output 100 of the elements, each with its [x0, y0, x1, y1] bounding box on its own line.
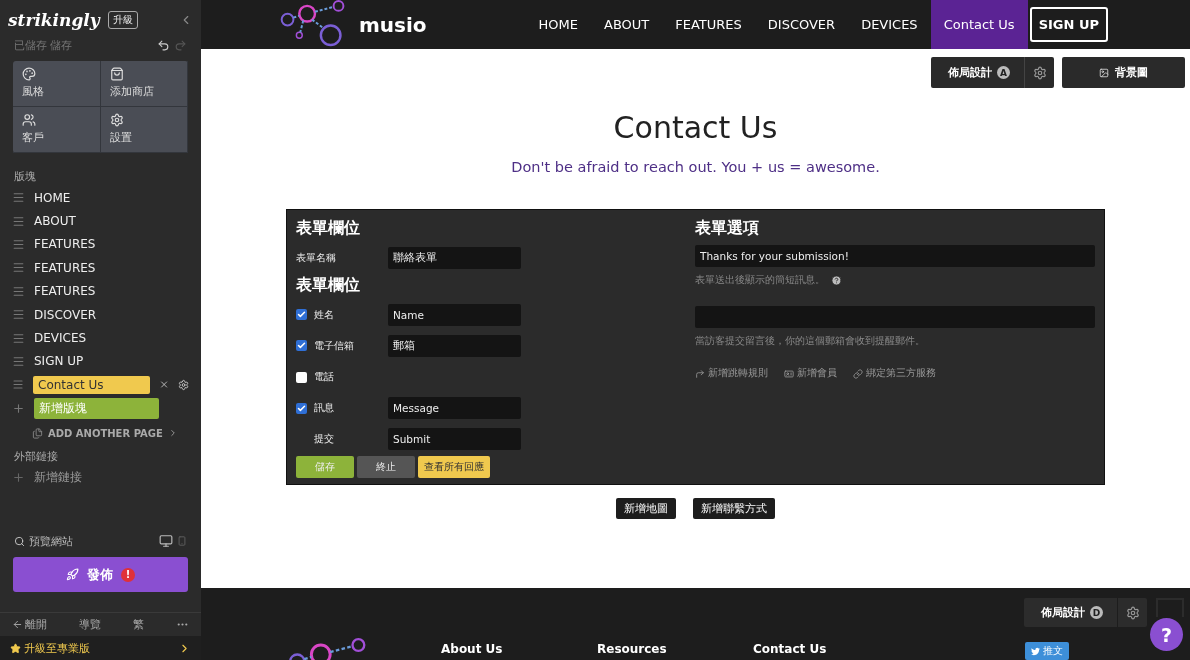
drag-handle-icon[interactable]	[12, 261, 25, 275]
nav-link[interactable]: DISCOVER	[754, 0, 849, 49]
hint-text: 當訪客提交留言後，你的這個郵箱會收到提醒郵件。	[695, 335, 925, 348]
nav-link[interactable]: FEATURES	[662, 0, 755, 49]
section-item[interactable]: HOME	[34, 188, 159, 207]
help-icon[interactable]	[831, 275, 842, 286]
nav-link[interactable]: HOME	[525, 0, 591, 49]
input-field[interactable]: Submit	[388, 428, 521, 451]
add-button[interactable]: 新增地圖	[616, 498, 676, 519]
nav-link[interactable]: DEVICES	[848, 0, 931, 49]
alert-badge: !	[121, 567, 135, 582]
section-item[interactable]: FEATURES	[34, 235, 159, 254]
section-item[interactable]: DEVICES	[34, 329, 159, 348]
field-label: 電話	[314, 370, 334, 385]
option-link[interactable]: 新增跳轉規則	[708, 367, 768, 380]
close-icon[interactable]	[158, 379, 169, 391]
section-item[interactable]: FEATURES	[34, 282, 159, 301]
shopping-bag-icon	[109, 67, 124, 81]
footer-heading: Contact Us	[753, 642, 828, 656]
save-status: 已儲存 儲存	[14, 38, 73, 53]
sections-title: 版塊	[13, 169, 37, 185]
upgrade-badge[interactable]: 升級	[107, 11, 138, 29]
section-item[interactable]: ABOUT	[34, 212, 159, 231]
checkbox[interactable]	[296, 340, 307, 352]
pages-icon	[32, 427, 43, 439]
users-icon	[22, 113, 36, 127]
plus-icon	[12, 401, 25, 415]
cancel-button[interactable]: 終止	[357, 456, 415, 479]
bottom-nav-item[interactable]: 繁	[133, 617, 144, 632]
section-title: 表單選項	[695, 218, 760, 239]
layout-letter-badge: A	[997, 66, 1010, 79]
settings-icon	[109, 113, 124, 127]
arrow-left-icon	[12, 619, 23, 630]
undo-icon[interactable]	[157, 39, 170, 52]
settings-icon[interactable]	[177, 378, 189, 391]
star-icon	[10, 642, 21, 654]
sign-up-button[interactable]: SIGN UP	[1029, 7, 1108, 42]
input-field[interactable]: Message	[388, 397, 521, 420]
section-item[interactable]: FEATURES	[34, 258, 159, 277]
input-field[interactable]: Name	[388, 303, 521, 326]
drag-handle-icon[interactable]	[12, 214, 25, 228]
drag-handle-icon[interactable]	[12, 237, 25, 251]
option-link[interactable]: 綁定第三方服務	[866, 367, 936, 380]
checkbox[interactable]	[296, 309, 307, 321]
section-item[interactable]: SIGN UP	[34, 352, 159, 371]
footer-heading: Resources	[597, 642, 668, 656]
drag-handle-icon[interactable]	[12, 378, 25, 392]
image-icon	[1099, 67, 1109, 78]
settings-icon[interactable]	[1032, 65, 1047, 80]
input-field[interactable]: 郵箱	[388, 334, 521, 357]
layout-button[interactable]: 佈局設計 A	[931, 57, 1024, 88]
redo-icon[interactable]	[174, 39, 187, 52]
tool-label[interactable]: 添加商店	[109, 84, 178, 99]
layout-button[interactable]: 佈局設計 D	[1024, 598, 1117, 627]
option-link[interactable]: 新增會員	[797, 367, 837, 380]
bird-icon	[1031, 646, 1040, 656]
rocket-icon	[66, 568, 79, 581]
site-brand[interactable]: musio	[359, 12, 427, 37]
palette-icon	[22, 67, 36, 81]
section-title: 表單欄位	[296, 218, 361, 239]
drag-handle-icon[interactable]	[12, 191, 25, 205]
section-title: 表單欄位	[296, 275, 361, 297]
forward-arrow-icon	[695, 368, 705, 379]
publish-button[interactable]: 發佈 !	[13, 557, 188, 592]
view-responses-button[interactable]: 查看所有回應	[418, 456, 490, 479]
add-page-link[interactable]: ADD ANOTHER PAGE	[48, 427, 163, 439]
bottom-nav-item[interactable]: 導覽	[79, 617, 101, 632]
checkbox[interactable]	[296, 402, 307, 414]
field-label: 電子信箱	[314, 338, 354, 353]
add-link[interactable]: 新增鏈接	[34, 469, 82, 487]
checkbox[interactable]	[296, 371, 307, 383]
drag-handle-icon[interactable]	[12, 354, 25, 368]
layout-letter-badge: D	[1090, 606, 1103, 619]
preview-link[interactable]: 預覽網站	[29, 533, 73, 549]
section-item[interactable]: Contact Us	[33, 375, 150, 394]
field-label: 姓名	[314, 307, 334, 322]
desktop-icon[interactable]	[159, 534, 173, 548]
settings-icon[interactable]	[1125, 605, 1140, 620]
external-links-title: 外部鏈接	[13, 448, 59, 465]
drag-handle-icon[interactable]	[12, 308, 25, 322]
tool-label[interactable]: 風格	[22, 84, 91, 99]
nav-link[interactable]: ABOUT	[591, 0, 663, 49]
background-image-button[interactable]: 背景圖	[1062, 57, 1185, 88]
tool-label[interactable]: 設置	[109, 130, 178, 145]
nav-link[interactable]: Contact Us	[930, 0, 1028, 49]
footer-heading: About Us	[441, 642, 504, 656]
hint-text: 表單送出後顯示的簡短訊息。	[695, 274, 825, 287]
section-item[interactable]: DISCOVER	[34, 305, 159, 324]
add-button[interactable]: 新增聯繫方式	[693, 498, 775, 519]
confirmation-text-field[interactable]: Thanks for your submission!	[695, 245, 1095, 267]
tool-label[interactable]: 客戶	[22, 130, 91, 145]
help-button[interactable]: ?	[1150, 618, 1183, 651]
page-heading: Contact Us	[613, 110, 778, 145]
drag-handle-icon[interactable]	[12, 284, 25, 298]
logo[interactable]: strikingly	[8, 10, 100, 30]
bottom-nav-item[interactable]: 離開	[25, 617, 47, 632]
form-name-field[interactable]: 聯絡表單	[388, 246, 521, 269]
link-icon	[853, 368, 863, 379]
field-label: 表單名稱	[296, 250, 336, 265]
drag-handle-icon[interactable]	[12, 331, 25, 345]
